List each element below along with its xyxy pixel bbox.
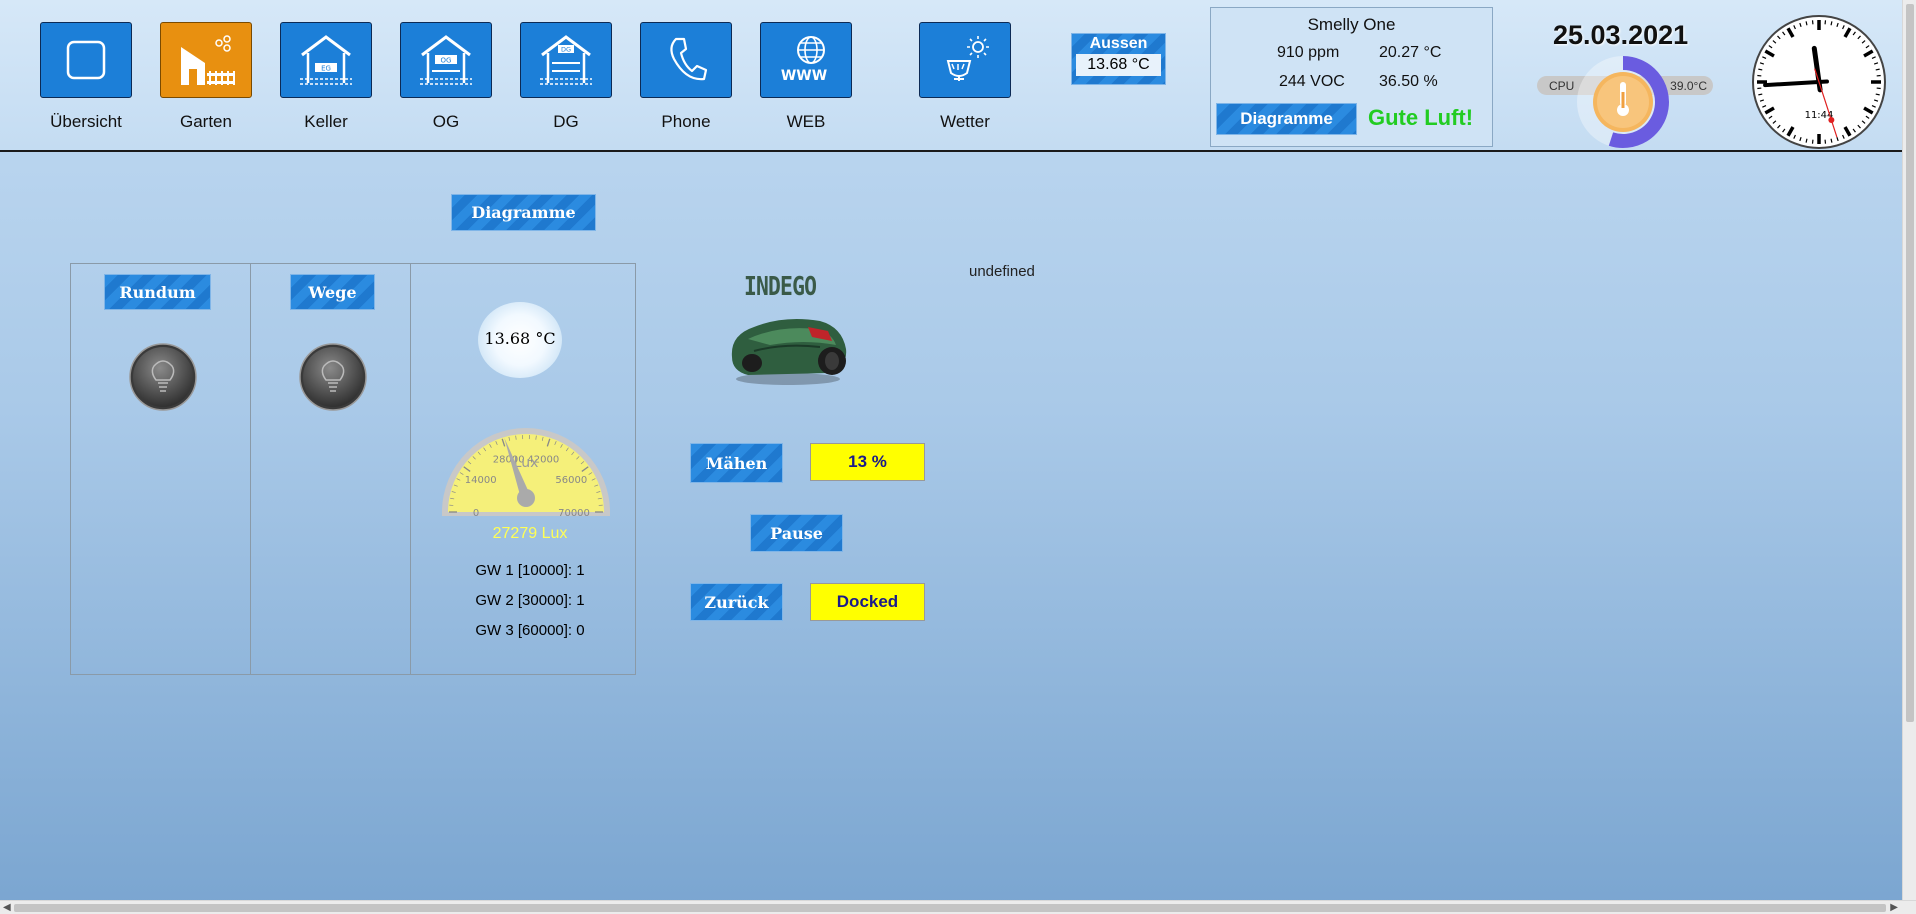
wege-light-button[interactable]: Wege	[290, 274, 375, 310]
nav-tile-garten[interactable]	[160, 22, 252, 98]
air-quality-status: Gute Luft!	[1368, 105, 1474, 130]
outside-temperature-value: 13.68 °C	[1076, 54, 1161, 76]
lux-gauge: 01400028000 420005600070000 Lux	[442, 428, 610, 519]
garden-temperature-value: 13.68 °C	[484, 329, 556, 348]
clock-tick	[1758, 93, 1763, 96]
clock-tick	[1758, 68, 1763, 71]
nav-label: Keller	[304, 112, 348, 131]
clock-tick	[1875, 93, 1880, 96]
voc-value: 244 VOC	[1279, 73, 1345, 90]
mow-progress-value: 13 %	[810, 443, 925, 481]
air-quality-widget: Smelly One 910 ppm 20.27 °C 244 VOC 36.5…	[1210, 7, 1493, 147]
lux-value: 27279 Lux	[492, 525, 568, 542]
scroll-left-arrow-icon[interactable]: ◀	[3, 902, 11, 913]
clock-tick	[1805, 21, 1808, 26]
nav-item-garten[interactable]: Garten	[160, 22, 252, 132]
nav-label: OG	[432, 112, 460, 131]
lux-tick-label: 56000	[555, 475, 587, 486]
globe-www-icon: WWW	[781, 36, 827, 84]
mow-button[interactable]: Mähen	[690, 443, 783, 483]
nav-label: DG	[553, 112, 579, 131]
return-button[interactable]: Zurück	[690, 583, 783, 621]
top-bar: Übersicht Garten EG Keller OG OG DG DG P…	[0, 0, 1902, 152]
gw2-status: GW 2 [30000]: 1	[475, 592, 585, 609]
nav-item-og[interactable]: OG OG	[400, 22, 492, 132]
horizontal-scrollbar[interactable]: ◀ ▶	[0, 900, 1916, 914]
pause-button[interactable]: Pause	[750, 514, 843, 552]
cpu-label: CPU	[1549, 79, 1575, 93]
air-quality-title: Smelly One	[1307, 15, 1396, 34]
panel-divider	[250, 264, 251, 674]
svg-text:DG: DG	[561, 46, 571, 54]
vertical-scroll-thumb[interactable]	[1906, 4, 1914, 722]
gw1-status: GW 1 [10000]: 1	[475, 562, 585, 579]
outside-temperature-title: Aussen	[1089, 35, 1148, 52]
outside-temperature-widget[interactable]: Aussen 13.68 °C	[1071, 33, 1166, 85]
cpu-temperature-value: 39.0°C	[1670, 79, 1707, 93]
clock-tick	[1875, 68, 1880, 71]
nav-tile-og[interactable]: OG	[400, 22, 492, 98]
clock-tick	[1805, 138, 1808, 143]
panel-divider	[410, 264, 411, 674]
diagram-button[interactable]: Diagramme	[451, 194, 596, 231]
cpu-temperature-gauge	[1577, 56, 1669, 148]
rundum-bulb-icon[interactable]	[128, 342, 198, 412]
square-icon	[66, 40, 106, 80]
lux-tick-label: 70000	[558, 508, 590, 519]
horizontal-scroll-thumb[interactable]	[14, 904, 1886, 912]
robot-mower-image	[731, 319, 847, 385]
svg-text:EG: EG	[321, 65, 331, 73]
nav-tile-phone[interactable]	[640, 22, 732, 98]
nav-tile-wetter[interactable]	[919, 22, 1011, 98]
nav-item-phone[interactable]: Phone	[640, 22, 732, 132]
svg-text:OG: OG	[441, 57, 452, 65]
lux-tick-label: 14000	[465, 475, 497, 486]
indoor-temperature-value: 20.27 °C	[1379, 44, 1442, 61]
nav-item-keller[interactable]: EG Keller	[280, 22, 372, 132]
nav-item-web[interactable]: WWW WEB	[760, 22, 852, 132]
nav-item-wetter[interactable]: Wetter	[919, 22, 1011, 132]
vertical-scrollbar[interactable]	[1902, 0, 1916, 900]
nav-label: Übersicht	[50, 112, 122, 131]
clock-second-dot	[1828, 117, 1835, 124]
nav-tile-uebersicht[interactable]	[40, 22, 132, 98]
nav-item-dg[interactable]: DG DG	[520, 22, 612, 132]
co2-value: 910 ppm	[1277, 44, 1340, 61]
humidity-value: 36.50 %	[1379, 73, 1438, 90]
attic-house-icon: DG	[540, 35, 592, 85]
nav-label: Garten	[180, 112, 232, 131]
wege-bulb-icon[interactable]	[298, 342, 368, 412]
basement-house-icon: EG	[300, 35, 352, 85]
nav-tile-dg[interactable]: DG	[520, 22, 612, 98]
upper-floor-house-icon: OG	[420, 35, 472, 85]
clock-tick	[1830, 21, 1833, 26]
nav-tile-web[interactable]: WWW	[760, 22, 852, 98]
indego-logo: INDEGO	[744, 272, 817, 302]
current-date: 25.03.2021	[1553, 20, 1689, 50]
clock-tick	[1830, 138, 1833, 143]
lux-tick-label: 0	[473, 508, 479, 519]
scroll-right-arrow-icon[interactable]: ▶	[1890, 902, 1898, 913]
undefined-status-text: undefined	[969, 263, 1035, 280]
weather-icon	[946, 36, 989, 81]
svg-text:WWW: WWW	[781, 68, 827, 84]
nav-label: Phone	[661, 112, 711, 131]
nav-label: WEB	[786, 112, 826, 131]
nav-label: Wetter	[940, 112, 990, 131]
analog-clock: 11:44	[1752, 15, 1886, 149]
nav-item-uebersicht[interactable]: Übersicht	[40, 22, 132, 132]
air-quality-diagram-button[interactable]: Diagramme	[1216, 103, 1357, 135]
rundum-light-button[interactable]: Rundum	[104, 274, 211, 310]
nav-tile-keller[interactable]: EG	[280, 22, 372, 98]
gw3-status: GW 3 [60000]: 0	[475, 622, 585, 639]
garden-icon	[181, 35, 235, 85]
mower-state-value: Docked	[810, 583, 925, 621]
phone-icon	[670, 37, 708, 81]
